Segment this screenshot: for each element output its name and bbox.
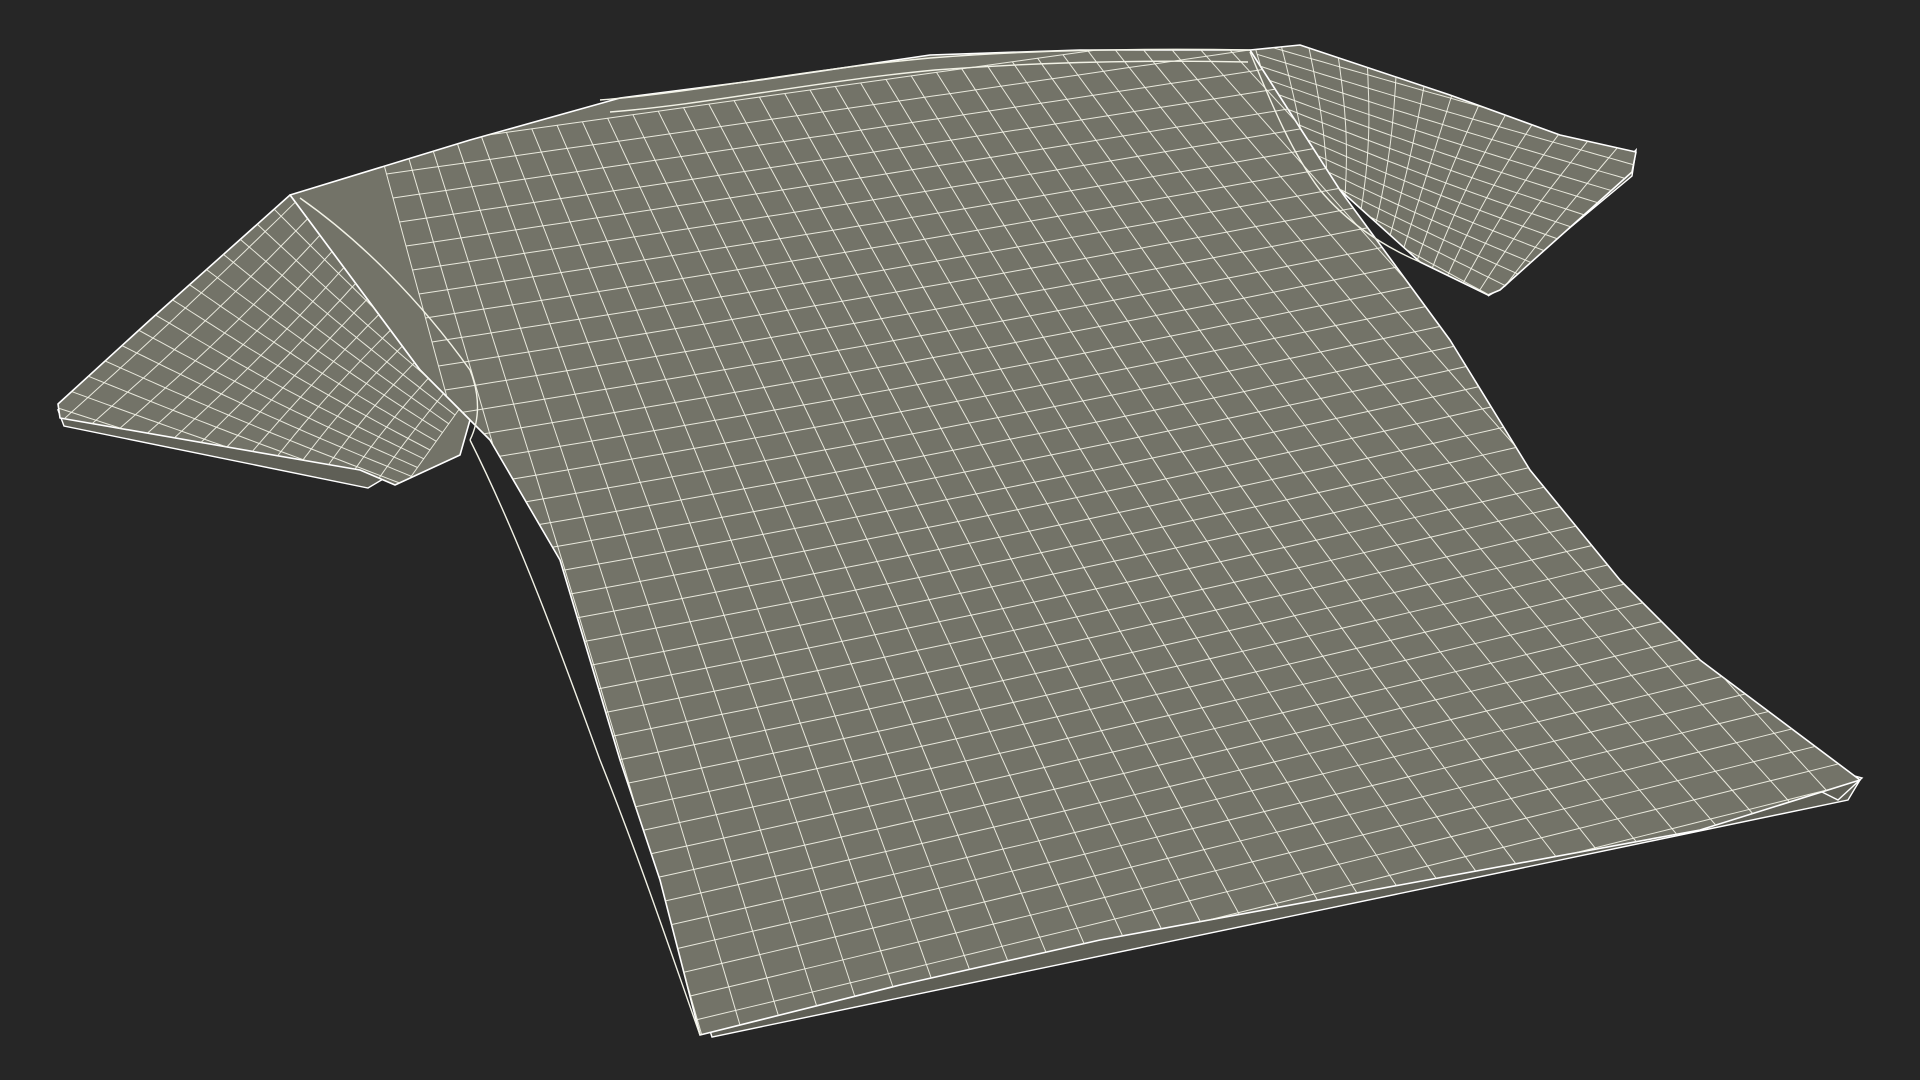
render-viewport (0, 0, 1920, 1080)
shirt-body-panel (289, 49, 1861, 1036)
tshirt-wireframe-render (56, 44, 1864, 1038)
